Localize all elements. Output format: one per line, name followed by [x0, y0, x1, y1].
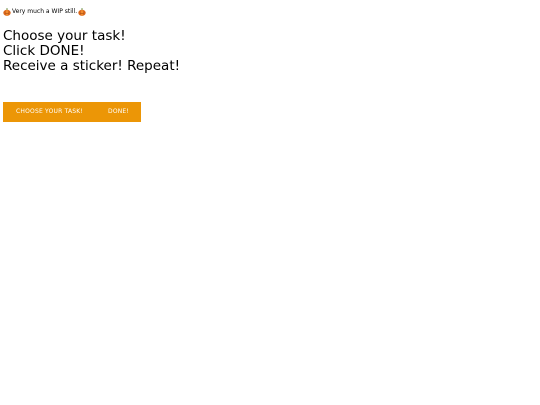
instructions: Choose your task! Click DONE! Receive a …	[3, 29, 180, 74]
wip-text: Very much a WIP still.	[12, 8, 78, 15]
done-button[interactable]: DONE!	[108, 109, 129, 115]
action-bar: CHOOSE YOUR TASK! DONE!	[3, 102, 141, 122]
instruction-line: Click DONE!	[3, 43, 85, 59]
wip-banner: Very much a WIP still.	[3, 6, 86, 18]
pumpkin-icon	[78, 8, 86, 16]
instruction-line: Receive a sticker! Repeat!	[3, 58, 181, 74]
instruction-line: Choose your task!	[3, 28, 126, 44]
choose-task-button[interactable]: CHOOSE YOUR TASK!	[16, 109, 83, 115]
pumpkin-icon	[3, 8, 11, 16]
